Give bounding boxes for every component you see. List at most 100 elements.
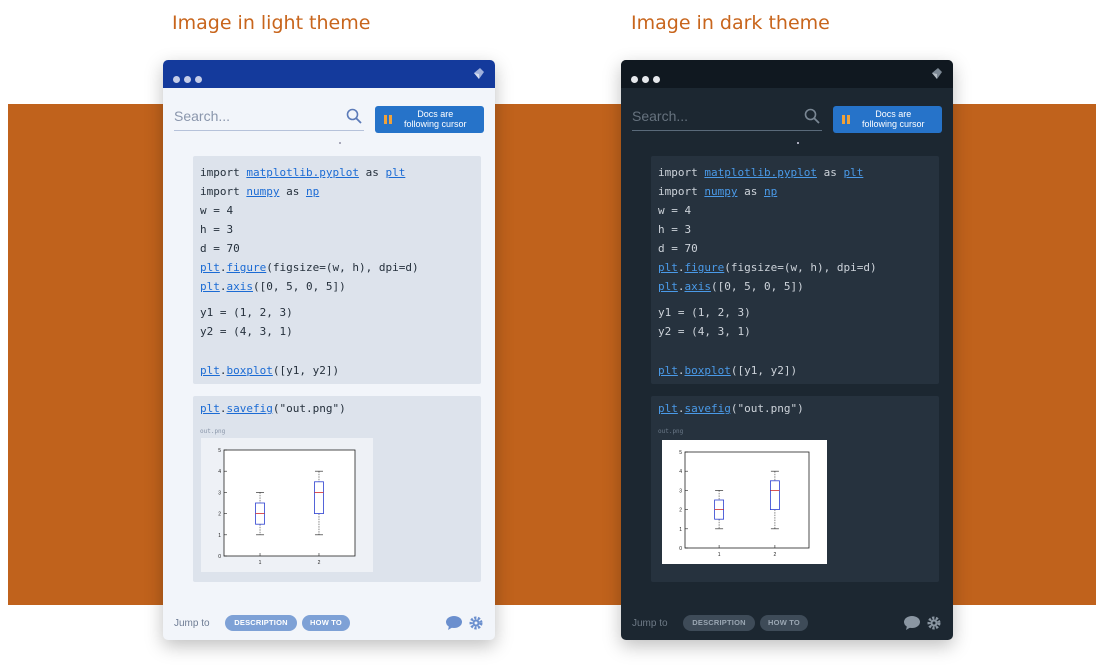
- light-theme-window: Docs arefollowing cursor import matplotl…: [163, 60, 495, 640]
- code-block: import matplotlib.pyplot as plt import n…: [193, 156, 481, 384]
- search-input[interactable]: [174, 106, 334, 126]
- y-tick-label: 4: [679, 469, 682, 475]
- code-link[interactable]: matplotlib.pyplot: [246, 166, 359, 179]
- code-link[interactable]: plt: [658, 364, 678, 377]
- window-dot-maximize[interactable]: [653, 76, 660, 83]
- y-tick-label: 1: [218, 533, 221, 539]
- search-icon[interactable]: [346, 108, 362, 124]
- boxplot-chart: 0 1 2 3 4 5 1 2: [679, 450, 810, 558]
- window-controls[interactable]: [173, 70, 206, 88]
- light-theme-caption: Image in light theme: [172, 12, 371, 34]
- kite-logo-icon[interactable]: [930, 67, 943, 80]
- y-tick-label: 3: [679, 488, 682, 494]
- x-tick-label: 1: [259, 560, 262, 566]
- y-tick-label: 0: [218, 554, 221, 560]
- code-line: h = 3: [658, 223, 692, 236]
- code-line: import numpy as np: [200, 185, 320, 198]
- code-link[interactable]: plt: [200, 364, 220, 377]
- plot-output-image: 0 1 2 3 4 5 1 2: [201, 438, 373, 572]
- code-line: plt.boxplot([y1, y2]): [200, 364, 340, 377]
- y-tick-label: 3: [218, 490, 221, 496]
- divider: [797, 142, 799, 144]
- window-dot-minimize[interactable]: [642, 76, 649, 83]
- window-controls[interactable]: [631, 70, 664, 88]
- description-jump-button[interactable]: DESCRIPTION: [683, 615, 755, 631]
- search-bar: [174, 104, 364, 131]
- output-filename: out.png: [200, 428, 226, 435]
- search-input[interactable]: [632, 106, 792, 126]
- divider: [339, 142, 341, 144]
- code-line: plt.savefig("out.png"): [200, 402, 346, 415]
- code-line: w = 4: [658, 204, 692, 217]
- x-tick-label: 1: [718, 552, 721, 558]
- window-dot-close[interactable]: [173, 76, 180, 83]
- code-link[interactable]: figure: [227, 261, 267, 274]
- gear-icon[interactable]: [927, 616, 941, 630]
- code-link[interactable]: axis: [685, 280, 712, 293]
- y-tick-label: 2: [218, 512, 221, 518]
- code-line: h = 3: [200, 223, 234, 236]
- y-tick-label: 2: [679, 508, 682, 514]
- code-line: import numpy as np: [658, 185, 778, 198]
- code-link[interactable]: savefig: [227, 402, 273, 415]
- description-jump-button[interactable]: DESCRIPTION: [225, 615, 297, 631]
- docs-following-cursor-button[interactable]: Docs are following cursor: [375, 106, 484, 133]
- dark-theme-window: Docs arefollowing cursor import matplotl…: [621, 60, 953, 640]
- code-link[interactable]: plt: [658, 261, 678, 274]
- output-filename: out.png: [658, 428, 684, 435]
- docs-following-cursor-button[interactable]: Docs are following cursor: [833, 106, 942, 133]
- kite-logo-icon[interactable]: [472, 67, 485, 80]
- gear-icon[interactable]: [469, 616, 483, 630]
- code-line: y2 = (4, 3, 1): [200, 325, 293, 338]
- code-link[interactable]: plt: [385, 166, 405, 179]
- code-link[interactable]: plt: [658, 402, 678, 415]
- footer-icons: [904, 616, 941, 630]
- code-link[interactable]: numpy: [704, 185, 737, 198]
- code-link[interactable]: plt: [658, 280, 678, 293]
- code-line: y1 = (1, 2, 3): [200, 306, 293, 319]
- footer-icons: [446, 616, 483, 630]
- code-link[interactable]: plt: [200, 280, 220, 293]
- code-block: import matplotlib.pyplot as plt import n…: [651, 156, 939, 384]
- search-icon[interactable]: [804, 108, 820, 124]
- code-line: import matplotlib.pyplot as plt: [200, 166, 406, 179]
- pause-icon: [842, 115, 850, 124]
- code-link[interactable]: np: [306, 185, 319, 198]
- code-line: w = 4: [200, 204, 234, 217]
- code-line: plt.figure(figsize=(w, h), dpi=d): [200, 261, 419, 274]
- code-link[interactable]: figure: [685, 261, 725, 274]
- code-line: plt.figure(figsize=(w, h), dpi=d): [658, 261, 877, 274]
- plot-axes-frame: [223, 449, 356, 557]
- code-link[interactable]: plt: [200, 261, 220, 274]
- code-link[interactable]: plt: [843, 166, 863, 179]
- code-link[interactable]: matplotlib.pyplot: [704, 166, 817, 179]
- code-link[interactable]: boxplot: [685, 364, 731, 377]
- window-dot-maximize[interactable]: [195, 76, 202, 83]
- code-line: plt.axis([0, 5, 0, 5]): [200, 280, 346, 293]
- code-line: y2 = (4, 3, 1): [658, 325, 751, 338]
- how-to-jump-button[interactable]: HOW TO: [760, 615, 808, 631]
- jump-to-label: Jump to: [174, 618, 210, 629]
- pause-icon: [384, 115, 392, 124]
- docs-button-label: Docs are following cursor: [404, 109, 467, 129]
- code-link[interactable]: np: [764, 185, 777, 198]
- x-tick-label: 2: [774, 552, 777, 558]
- code-link[interactable]: boxplot: [227, 364, 273, 377]
- window-dot-minimize[interactable]: [184, 76, 191, 83]
- y-tick-label: 5: [679, 450, 682, 456]
- code-link[interactable]: savefig: [685, 402, 731, 415]
- output-code-block: plt.savefig("out.png") out.png 0 1 2 3 4 5 1 2: [651, 396, 939, 582]
- window-dot-close[interactable]: [631, 76, 638, 83]
- chat-icon[interactable]: [904, 616, 920, 630]
- code-line: y1 = (1, 2, 3): [658, 306, 751, 319]
- footer-bar: Jump to DESCRIPTION HOW TO: [163, 606, 495, 640]
- plot-output-image: 0 1 2 3 4 5 1 2: [662, 440, 827, 564]
- code-link[interactable]: axis: [227, 280, 254, 293]
- y-tick-label: 5: [218, 448, 221, 454]
- chat-icon[interactable]: [446, 616, 462, 630]
- code-line: d = 70: [200, 242, 240, 255]
- plot-axes-frame: [684, 451, 810, 549]
- code-link[interactable]: numpy: [246, 185, 279, 198]
- how-to-jump-button[interactable]: HOW TO: [302, 615, 350, 631]
- code-link[interactable]: plt: [200, 402, 220, 415]
